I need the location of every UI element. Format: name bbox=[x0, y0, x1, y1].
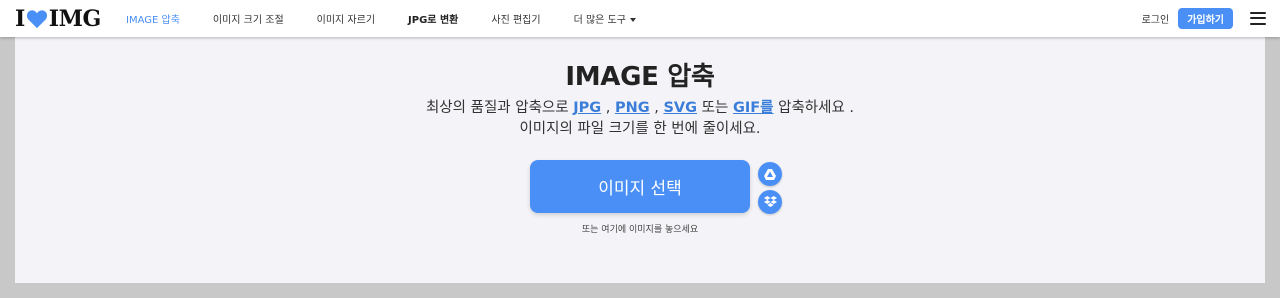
caret-down-icon bbox=[629, 18, 636, 22]
main-nav: IMAGE 압축 이미지 크기 조절 이미지 자르기 JPG로 변환 사진 편집… bbox=[126, 0, 669, 37]
hamburger-line bbox=[1250, 22, 1266, 25]
hamburger-line bbox=[1250, 17, 1266, 19]
nav-item-resize[interactable]: 이미지 크기 조절 bbox=[213, 11, 284, 26]
hero-section: IMAGE 압축 최상의 품질과 압축으로 JPG , PNG , SVG 또는… bbox=[0, 56, 1280, 140]
signup-button[interactable]: 가입하기 bbox=[1178, 7, 1233, 29]
format-link-gif[interactable]: GIF를 bbox=[733, 100, 774, 116]
nav-item-compress[interactable]: IMAGE 압축 bbox=[126, 11, 180, 26]
drop-hint: 또는 여기에 이미지를 놓으세요 bbox=[581, 225, 699, 235]
hamburger-line bbox=[1250, 11, 1266, 14]
heart-logo-icon bbox=[26, 10, 47, 29]
format-link-jpg[interactable]: JPG bbox=[573, 100, 601, 116]
login-link[interactable]: 로그인 bbox=[1142, 11, 1170, 26]
nav-item-crop[interactable]: 이미지 자르기 bbox=[317, 11, 375, 26]
google-drive-glyph bbox=[764, 168, 776, 180]
dropbox-icon[interactable] bbox=[758, 190, 782, 214]
page-background bbox=[15, 0, 1265, 283]
format-link-svg[interactable]: SVG bbox=[663, 100, 697, 116]
desc-separator: , bbox=[649, 100, 664, 116]
desc-line-2: 이미지의 파일 크기를 한 번에 줄이세요. bbox=[519, 121, 761, 137]
google-drive-icon[interactable] bbox=[758, 162, 782, 186]
top-navbar: I IMG IMAGE 압축 이미지 크기 조절 이미지 자르기 JPG로 변환… bbox=[0, 0, 1280, 37]
desc-separator: , bbox=[601, 100, 615, 116]
nav-item-convert-jpg[interactable]: JPG로 변환 bbox=[408, 11, 458, 26]
nav-item-photo-editor[interactable]: 사진 편집기 bbox=[491, 11, 540, 26]
select-images-button[interactable]: 이미지 선택 bbox=[530, 160, 750, 213]
logo[interactable]: I IMG bbox=[15, 6, 101, 32]
dropbox-glyph bbox=[763, 196, 777, 207]
logo-text: IMG bbox=[48, 6, 101, 32]
nav-item-more-tools[interactable]: 더 많은 도구 bbox=[574, 11, 636, 26]
desc-suffix: 압축하세요 . bbox=[773, 100, 855, 116]
hamburger-menu-icon[interactable] bbox=[1250, 11, 1266, 25]
account-area: 로그인 가입하기 bbox=[1142, 7, 1266, 29]
more-tools-label: 더 많은 도구 bbox=[573, 15, 626, 26]
format-link-png[interactable]: PNG bbox=[615, 100, 650, 116]
desc-separator: 또는 bbox=[697, 100, 733, 116]
logo-letter-i: I bbox=[15, 6, 25, 32]
page-title: IMAGE 압축 bbox=[565, 62, 715, 92]
page-description: 최상의 품질과 압축으로 JPG , PNG , SVG 또는 GIF를 압축하… bbox=[0, 98, 1280, 140]
desc-prefix: 최상의 품질과 압축으로 bbox=[425, 100, 574, 116]
